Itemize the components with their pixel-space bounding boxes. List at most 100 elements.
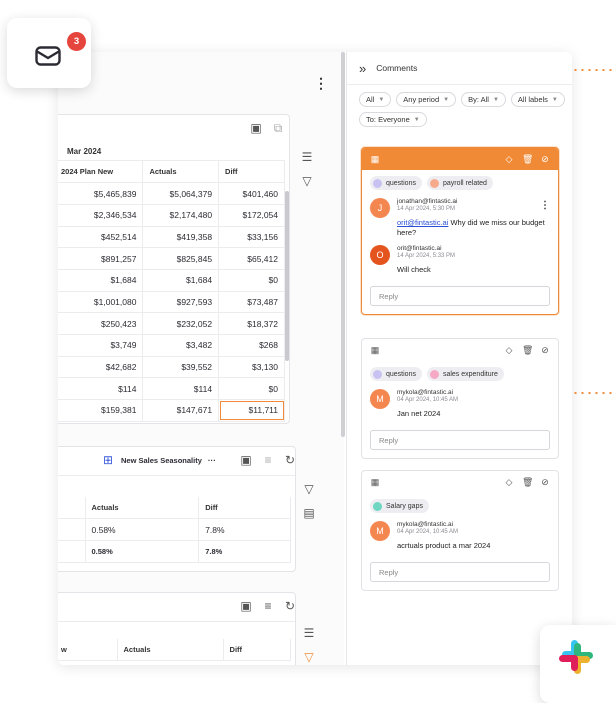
sort-icon[interactable]: ≡	[261, 599, 275, 613]
column-header[interactable]: 2024 Plan New	[58, 161, 144, 184]
table-cell[interactable]: $927,593	[142, 291, 220, 314]
calendar-icon[interactable]: ▣	[249, 121, 263, 135]
table-cell[interactable]: $268	[218, 334, 285, 357]
filter-icon[interactable]: ▽	[302, 482, 316, 496]
refresh-icon[interactable]: ↻	[283, 453, 295, 467]
table-cell[interactable]: $825,845	[142, 247, 220, 270]
table-cell[interactable]: $5,064,379	[142, 182, 220, 205]
cell-link-icon[interactable]: ▦	[370, 343, 380, 357]
refresh-icon[interactable]: ↻	[283, 599, 295, 613]
label-tag[interactable]: payroll related	[426, 176, 493, 190]
column-header[interactable]: Actuals	[85, 497, 200, 520]
avatar: M	[370, 389, 390, 409]
table-cell[interactable]: $452,514	[58, 226, 144, 249]
column-header[interactable]: Diff	[223, 639, 292, 662]
filter-dropdown[interactable]: To: Everyone ▼	[359, 112, 427, 127]
resolve-check-icon[interactable]: ⊘	[540, 343, 550, 357]
table-cell[interactable]: 0.58%	[85, 518, 200, 541]
table-cell[interactable]: 7.8%	[198, 540, 291, 563]
table-cell[interactable]: $891,257	[58, 247, 144, 270]
cell-link-icon[interactable]: ▦	[370, 475, 380, 489]
column-header[interactable]: Actuals	[117, 639, 224, 662]
label-tag[interactable]: sales expenditure	[426, 367, 504, 381]
table-cell[interactable]: $3,482	[142, 334, 220, 357]
reply-input[interactable]: Reply	[370, 562, 550, 582]
table-cell[interactable]: $0	[218, 269, 285, 292]
trash-icon[interactable]: 🗑	[522, 475, 533, 489]
filter-dropdown[interactable]: By: All ▼	[461, 92, 506, 107]
widget-menu-icon[interactable]: ···	[208, 456, 216, 465]
table-cell[interactable]: $114	[142, 377, 220, 401]
table-cell[interactable]: $232,052	[142, 312, 220, 335]
widget-title[interactable]: New Sales Seasonality	[121, 456, 202, 465]
comment-thread[interactable]: ▦ ◇ 🗑 ⊘ questions payroll related Jjonathan@fi…	[361, 147, 559, 315]
table-cell[interactable]: $2,174,480	[142, 204, 220, 227]
table-cell[interactable]: $1,684	[142, 269, 220, 292]
trash-icon[interactable]: 🗑	[522, 152, 533, 166]
copy-icon[interactable]: ⧉	[271, 121, 285, 135]
table-cell[interactable]: $250,423	[58, 312, 144, 335]
message-menu-icon[interactable]: ⋮	[540, 200, 550, 211]
table-row: $1,001,080 $927,593 $73,487	[58, 291, 285, 314]
table-cell[interactable]: $5,465,839	[58, 182, 144, 205]
more-options-icon[interactable]: ⋮	[314, 76, 328, 90]
table-cell[interactable]: $401,460	[218, 182, 285, 205]
table-cell[interactable]: 7.8%	[198, 518, 291, 541]
calendar-icon[interactable]: ▣	[239, 453, 253, 467]
filter-dropdown[interactable]: All labels ▼	[510, 92, 565, 107]
table-cell[interactable]: $2,346,534	[58, 204, 144, 227]
columns-icon[interactable]: ▤	[302, 506, 316, 520]
trash-icon[interactable]: 🗑	[522, 343, 533, 357]
table-cell[interactable]: $3,749	[58, 334, 144, 357]
filter-dropdown[interactable]: Any period ▼	[396, 92, 457, 107]
column-header[interactable]: w	[58, 639, 118, 662]
collapse-icon[interactable]: »	[359, 61, 366, 76]
mail-notification-tile[interactable]: 3	[7, 18, 91, 88]
label-tag[interactable]: questions	[370, 367, 422, 381]
filter-icon[interactable]: ▽	[302, 650, 316, 664]
resolve-check-icon[interactable]: ⊘	[540, 152, 550, 166]
slack-tile[interactable]	[540, 625, 616, 703]
comment-thread[interactable]: ▦ ◇ 🗑 ⊘ questions sales expenditure Mmykola@fi…	[361, 338, 559, 459]
resolve-check-icon[interactable]: ⊘	[540, 475, 550, 489]
table-cell[interactable]: $114	[58, 377, 144, 401]
table-cell[interactable]: $18,372	[218, 312, 285, 335]
reply-input[interactable]: Reply	[370, 430, 550, 450]
mention-link[interactable]: orit@fintastic.ai	[397, 218, 448, 227]
column-header[interactable]: Diff	[218, 161, 285, 184]
tag-icon[interactable]: ◇	[504, 343, 514, 357]
table-cell[interactable]: $147,671	[142, 399, 220, 422]
table-cell[interactable]: $419,358	[142, 226, 220, 249]
calendar-icon[interactable]: ▣	[239, 599, 253, 613]
table-cell[interactable]: $0	[218, 377, 285, 401]
pane-resize-handle[interactable]	[341, 52, 345, 437]
cell-link-icon[interactable]: ▦	[370, 152, 380, 166]
database-icon[interactable]: ☰	[300, 150, 314, 164]
table-scrollbar[interactable]	[285, 191, 289, 361]
column-header[interactable]: Actuals	[142, 161, 220, 184]
filter-dropdown[interactable]: All ▼	[359, 92, 392, 107]
comment-thread[interactable]: ▦ ◇ 🗑 ⊘ Salary gaps Mmykola@fintastic.ai 04 Ap…	[361, 470, 559, 591]
tag-icon[interactable]: ◇	[504, 475, 514, 489]
label-tag[interactable]: questions	[370, 176, 422, 190]
filter-icon[interactable]: ▽	[300, 174, 314, 188]
table-cell[interactable]: $1,001,080	[58, 291, 144, 314]
table-cell[interactable]: $65,412	[218, 247, 285, 270]
table-cell[interactable]: $159,381	[58, 399, 144, 422]
table-cell[interactable]: $73,487	[218, 291, 285, 314]
table-cell[interactable]: $1,684	[58, 269, 144, 292]
table-cell[interactable]: $11,711	[218, 399, 285, 422]
tag-icon[interactable]: ◇	[504, 152, 514, 166]
reply-input[interactable]: Reply	[370, 286, 550, 306]
thread-tags: questions payroll related	[362, 170, 558, 194]
label-tag[interactable]: Salary gaps	[370, 499, 429, 513]
table-cell[interactable]: $39,552	[142, 356, 220, 379]
sort-icon[interactable]: ≡	[261, 453, 275, 467]
database-icon[interactable]: ☰	[302, 626, 316, 640]
table-cell[interactable]: $33,156	[218, 226, 285, 249]
column-header[interactable]: Diff	[198, 497, 291, 520]
table-cell[interactable]: $3,130	[218, 356, 285, 379]
table-cell[interactable]: $42,682	[58, 356, 144, 379]
table-cell[interactable]: $172,054	[218, 204, 285, 227]
table-cell[interactable]: 0.58%	[85, 540, 200, 563]
